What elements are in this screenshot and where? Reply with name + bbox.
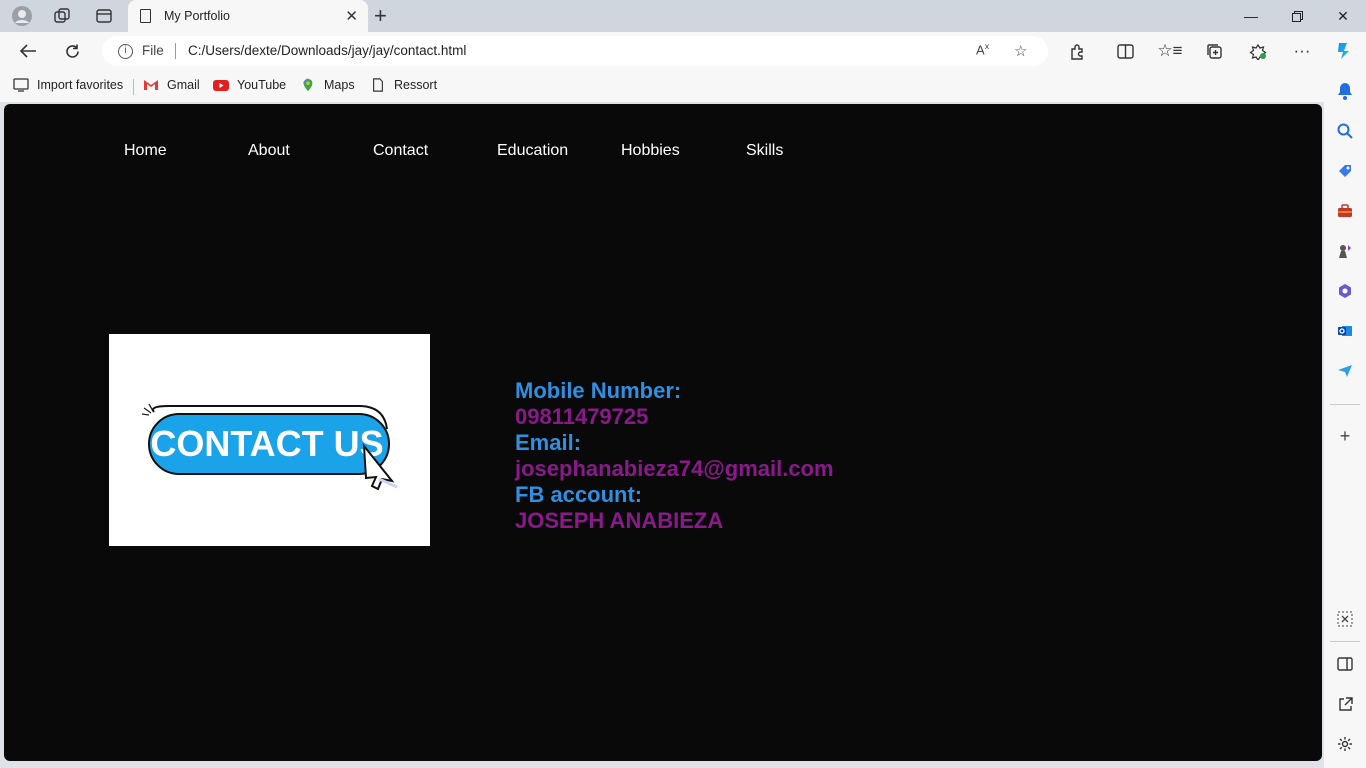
back-button[interactable]: [14, 38, 42, 64]
collections-icon[interactable]: [1200, 38, 1228, 64]
nav-education[interactable]: Education: [497, 142, 568, 160]
refresh-button[interactable]: [58, 38, 86, 64]
browser-essentials-icon[interactable]: [1244, 38, 1272, 64]
tab-title: My Portfolio: [164, 9, 230, 23]
favorite-maps[interactable]: Maps: [300, 78, 355, 92]
mobile-label: Mobile Number:: [515, 378, 682, 403]
tools-icon[interactable]: [1334, 200, 1356, 222]
info-icon[interactable]: i: [118, 44, 133, 59]
vertical-tabs-icon[interactable]: [90, 4, 118, 28]
new-tab-button[interactable]: +: [374, 3, 387, 29]
extensions-icon[interactable]: [1063, 38, 1091, 64]
send-icon[interactable]: [1334, 360, 1356, 382]
divider: [133, 79, 134, 95]
close-window-button[interactable]: ✕: [1320, 4, 1366, 28]
maps-icon: [303, 78, 313, 92]
favorite-label: Ressort: [394, 78, 438, 92]
tab-bar: My Portfolio ✕ + — ✕: [0, 0, 1366, 32]
divider: [1330, 404, 1360, 405]
active-tab[interactable]: My Portfolio ✕: [128, 0, 368, 32]
favorite-star-icon[interactable]: ☆: [1014, 42, 1027, 60]
settings-gear-icon[interactable]: [1334, 733, 1356, 755]
notifications-icon[interactable]: [1334, 80, 1356, 102]
edge-sidebar: +: [1324, 70, 1366, 768]
gmail-icon: [144, 80, 158, 90]
favorite-label: Maps: [324, 78, 355, 92]
favorite-youtube[interactable]: YouTube: [213, 78, 286, 92]
restore-button[interactable]: [1274, 4, 1320, 28]
nav-home[interactable]: Home: [124, 142, 167, 160]
url-text[interactable]: C:/Users/dexte/Downloads/jay/jay/contact…: [188, 43, 466, 58]
status-strip: [0, 761, 1324, 768]
favorite-label: Import favorites: [37, 78, 124, 92]
split-screen-icon[interactable]: [1111, 38, 1139, 64]
profile-icon[interactable]: [8, 4, 36, 28]
favorite-label: Gmail: [167, 78, 200, 92]
import-icon: [13, 78, 29, 92]
favorite-ressort[interactable]: Ressort: [370, 78, 437, 92]
page-viewport: Home About Contact Education Hobbies Ski…: [4, 104, 1322, 761]
contact-us-image-text: CONTACT US: [150, 423, 383, 464]
copilot-icon[interactable]: [1330, 38, 1358, 64]
scheme-label: File: [142, 43, 164, 58]
favorites-bar: Import favorites Gmail YouTube Maps Ress…: [0, 70, 1366, 102]
close-tab-icon[interactable]: ✕: [345, 7, 358, 25]
favorite-label: YouTube: [237, 78, 287, 92]
workspaces-icon[interactable]: [48, 4, 76, 28]
nav-hobbies[interactable]: Hobbies: [621, 142, 680, 160]
email-value: josephanabieza74@gmail.com: [515, 456, 834, 481]
settings-menu-icon[interactable]: ···: [1288, 38, 1316, 64]
minimize-button[interactable]: —: [1228, 4, 1274, 28]
open-external-icon[interactable]: [1334, 693, 1356, 715]
page-icon: [140, 9, 151, 23]
nav-skills[interactable]: Skills: [746, 142, 783, 160]
nav-contact[interactable]: Contact: [373, 142, 428, 160]
add-sidebar-app-icon[interactable]: +: [1334, 425, 1356, 447]
address-bar[interactable]: i File C:/Users/dexte/Downloads/jay/jay/…: [102, 36, 1048, 66]
search-icon[interactable]: [1334, 120, 1356, 142]
divider: [1330, 641, 1360, 642]
email-label: Email:: [515, 430, 582, 455]
favorites-icon[interactable]: ☆≡: [1156, 38, 1184, 64]
divider: [175, 43, 176, 59]
fb-value: JOSEPH ANABIEZA: [515, 508, 724, 533]
navigation-bar: i File C:/Users/dexte/Downloads/jay/jay/…: [0, 32, 1366, 70]
shopping-tag-icon[interactable]: [1334, 160, 1356, 182]
mobile-value: 09811479725: [515, 404, 649, 429]
contact-info: Mobile Number: 09811479725 Email: joseph…: [515, 378, 834, 534]
favorite-gmail[interactable]: Gmail: [143, 78, 200, 92]
page-icon: [373, 78, 383, 92]
read-aloud-icon[interactable]: Aⅹ: [976, 42, 989, 57]
contact-us-image: CONTACT US: [109, 334, 430, 546]
outlook-icon[interactable]: [1334, 320, 1356, 342]
favorite-import[interactable]: Import favorites: [13, 78, 123, 92]
fb-label: FB account:: [515, 482, 643, 507]
microsoft-365-icon[interactable]: [1334, 280, 1356, 302]
games-icon[interactable]: [1334, 240, 1356, 262]
site-nav: Home About Contact Education Hobbies Ski…: [4, 142, 1322, 166]
nav-about[interactable]: About: [248, 142, 290, 160]
youtube-icon: [213, 80, 229, 91]
sidebar-toggle-icon[interactable]: [1334, 653, 1356, 675]
screenshot-icon[interactable]: [1334, 608, 1356, 630]
